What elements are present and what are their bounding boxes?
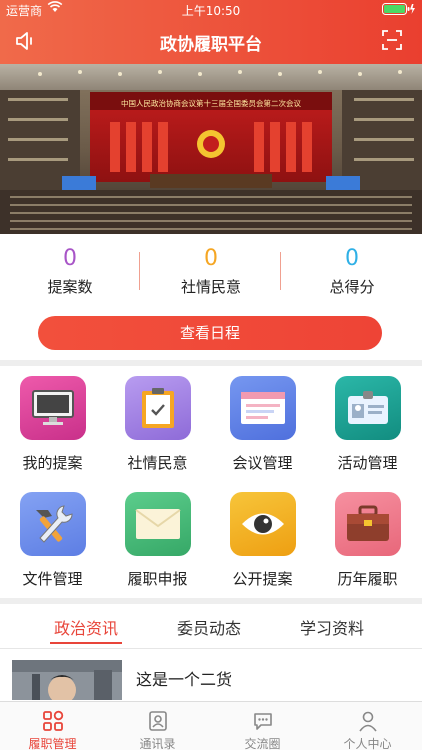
clock: 上午10:50 (181, 4, 241, 18)
monitor-icon (20, 376, 86, 440)
page-title: 政协履职平台 (160, 35, 262, 55)
browser-window-icon (230, 376, 296, 440)
bottom-tab-bar: 履职管理 通讯录 交流圈 个人中心 (0, 701, 422, 750)
contacts-icon (147, 710, 169, 736)
tabbar-duty-management[interactable]: 履职管理 (0, 702, 105, 750)
stat-label: 提案数 (47, 278, 93, 296)
banner-image[interactable]: 中国人民政治协商会议第十三届全国委员会第二次会议 (0, 64, 422, 234)
chat-icon (252, 710, 274, 736)
tools-icon (20, 492, 86, 556)
tab-study-materials[interactable]: 学习资料 (272, 615, 392, 639)
view-schedule-button[interactable]: 查看日程 (38, 316, 382, 350)
menu-my-proposals[interactable]: 我的提案 (0, 376, 105, 476)
scan-icon[interactable] (382, 30, 402, 54)
nav-bar: 政协履职平台 (0, 20, 422, 64)
tabbar-label: 个人中心 (343, 737, 392, 750)
stats-row: 0 提案数 0 社情民意 0 总得分 (0, 240, 422, 300)
eye-icon (230, 492, 296, 556)
menu-duty-declaration[interactable]: 履职申报 (105, 492, 210, 592)
active-tab-indicator (50, 642, 122, 644)
divider (0, 648, 422, 649)
grid-icon (42, 710, 64, 736)
person-icon (357, 710, 379, 736)
tabbar-discussion[interactable]: 交流圈 (210, 702, 315, 750)
menu-past-duties[interactable]: 历年履职 (315, 492, 420, 592)
app-header: 运营商 上午10:50 政协履职平台 (0, 0, 422, 64)
news-tabs: 政治资讯 委员动态 学习资料 (0, 608, 422, 648)
stat-public-opinion[interactable]: 0 社情民意 (141, 246, 281, 297)
menu-label: 履职申报 (127, 570, 188, 588)
stat-label: 总得分 (329, 278, 375, 296)
clipboard-icon (125, 376, 191, 440)
tabbar-profile[interactable]: 个人中心 (315, 702, 420, 750)
battery-icon (382, 3, 416, 18)
banner-caption: 中国人民政治协商会议第十三届全国委员会第二次会议 (121, 98, 301, 108)
stat-value: 0 (345, 246, 359, 271)
stat-proposals[interactable]: 0 提案数 (0, 246, 140, 297)
news-title[interactable]: 这是一个二货 (136, 666, 232, 690)
menu-label: 活动管理 (337, 454, 398, 472)
menu-label: 文件管理 (22, 570, 83, 588)
menu-public-proposals[interactable]: 公开提案 (210, 492, 315, 592)
id-card-icon (335, 376, 401, 440)
tabbar-label: 履职管理 (28, 737, 77, 750)
news-thumbnail[interactable] (12, 660, 122, 700)
menu-activity-management[interactable]: 活动管理 (315, 376, 420, 476)
stat-label: 社情民意 (180, 278, 241, 296)
stat-value: 0 (204, 246, 218, 271)
menu-file-management[interactable]: 文件管理 (0, 492, 105, 592)
divider (280, 252, 281, 290)
tabbar-label: 通讯录 (139, 737, 176, 750)
tab-political-news[interactable]: 政治资讯 (26, 615, 146, 639)
menu-label: 历年履职 (337, 570, 398, 588)
menu-label: 社情民意 (127, 454, 188, 472)
menu-label: 会议管理 (232, 454, 293, 472)
menu-public-opinion[interactable]: 社情民意 (105, 376, 210, 476)
tab-member-updates[interactable]: 委员动态 (149, 615, 269, 639)
section-divider (0, 598, 422, 604)
stat-value: 0 (63, 246, 77, 271)
section-divider (0, 360, 422, 366)
tabbar-label: 交流圈 (244, 737, 281, 750)
tabbar-contacts[interactable]: 通讯录 (105, 702, 210, 750)
stat-total-score[interactable]: 0 总得分 (282, 246, 422, 297)
status-bar: 运营商 上午10:50 (0, 0, 422, 18)
menu-label: 公开提案 (232, 570, 293, 588)
envelope-icon (125, 492, 191, 556)
menu-meeting-management[interactable]: 会议管理 (210, 376, 315, 476)
briefcase-icon (335, 492, 401, 556)
divider (139, 252, 140, 290)
menu-label: 我的提案 (22, 454, 83, 472)
